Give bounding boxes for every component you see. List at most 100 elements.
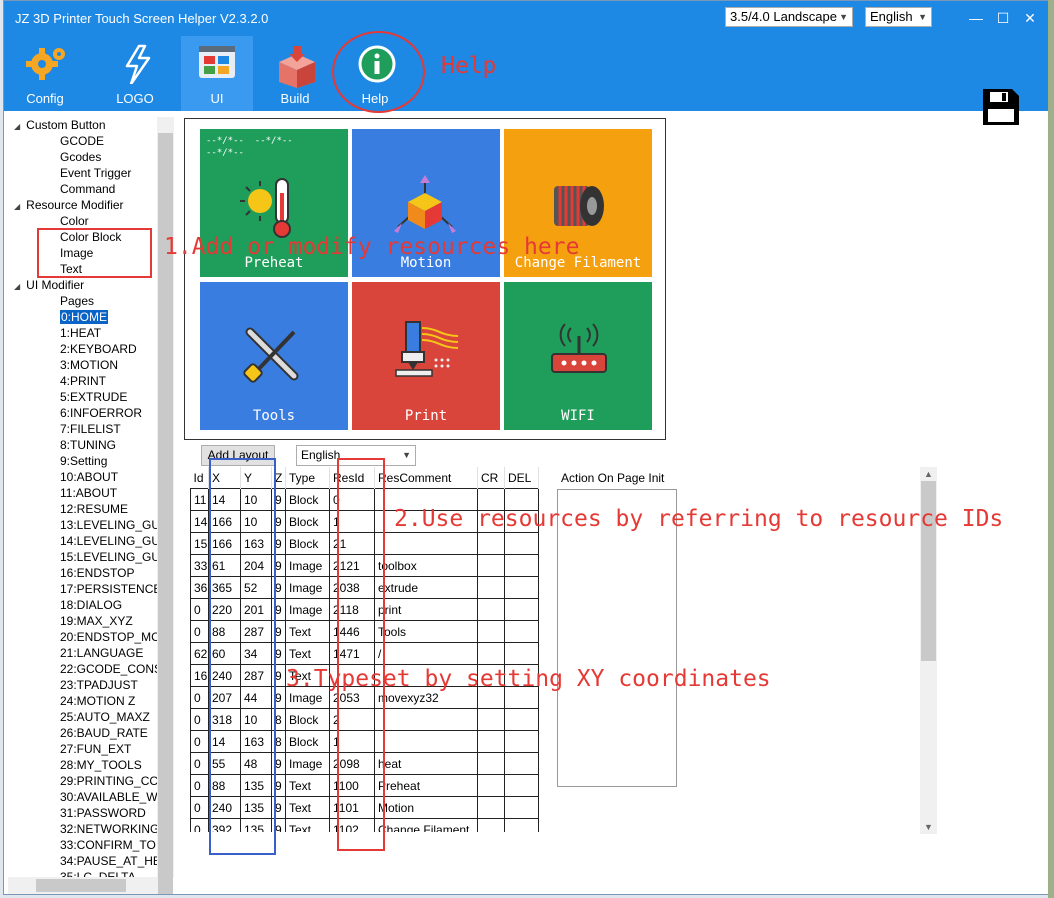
tree-item[interactable]: 2:KEYBOARD [60, 341, 137, 357]
grid-cell[interactable]: Text [285, 642, 330, 665]
grid-cell[interactable] [477, 532, 505, 555]
grid-cell[interactable]: 0 [190, 796, 209, 819]
grid-cell[interactable] [504, 708, 539, 731]
grid-cell[interactable]: Text [285, 620, 330, 643]
grid-cell[interactable] [477, 554, 505, 577]
tree-item[interactable]: 4:PRINT [60, 373, 106, 389]
grid-cell[interactable] [477, 818, 505, 832]
grid-cell[interactable] [504, 752, 539, 775]
grid-cell[interactable] [477, 642, 505, 665]
maximize-button[interactable]: ☐ [994, 9, 1012, 27]
grid-cell[interactable]: Change Filament [374, 818, 478, 832]
grid-column-header[interactable]: CR [477, 467, 505, 489]
tree-item[interactable]: GCODE [60, 133, 104, 149]
tree-item[interactable]: 7:FILELIST [60, 421, 121, 437]
grid-cell[interactable] [477, 774, 505, 797]
grid-cell[interactable] [504, 620, 539, 643]
collapse-arrow-icon[interactable]: ◢ [14, 202, 20, 211]
grid-cell[interactable]: Text [285, 818, 330, 832]
tree-vertical-scrollbar[interactable] [157, 117, 174, 894]
screen-size-select[interactable]: 3.5/4.0 Landscape ▼ [725, 7, 853, 27]
scroll-down-icon[interactable]: ▼ [920, 822, 937, 832]
grid-cell[interactable]: print [374, 598, 478, 621]
grid-cell[interactable] [504, 576, 539, 599]
grid-cell[interactable]: 33 [190, 554, 209, 577]
collapse-arrow-icon[interactable]: ◢ [14, 122, 20, 131]
grid-cell[interactable]: / [374, 642, 478, 665]
grid-column-header[interactable]: Id [190, 467, 209, 489]
grid-cell[interactable]: 0 [190, 620, 209, 643]
tree-item[interactable]: Command [60, 181, 115, 197]
tree-item[interactable]: 35:LC_DELTA [60, 869, 136, 877]
grid-cell[interactable]: Block [285, 488, 330, 511]
tree-item[interactable]: 3:MOTION [60, 357, 118, 373]
tree-item[interactable]: 11:ABOUT [60, 485, 117, 501]
tree-item[interactable]: 16:ENDSTOP [60, 565, 134, 581]
language-select[interactable]: English ▼ [865, 7, 932, 27]
tree-item[interactable]: 13:LEVELING_GU [60, 517, 159, 533]
tree-item[interactable]: Gcodes [60, 149, 101, 165]
grid-cell[interactable]: 0 [190, 818, 209, 832]
tree-group[interactable]: ◢ Custom Button [14, 117, 106, 133]
grid-cell[interactable]: Block [285, 730, 330, 753]
grid-cell[interactable] [504, 818, 539, 832]
grid-cell[interactable] [504, 730, 539, 753]
tree-item[interactable]: 23:TPADJUST [60, 677, 138, 693]
grid-cell[interactable]: 0 [190, 598, 209, 621]
tree-item[interactable]: 29:PRINTING_CC [60, 773, 158, 789]
tree-item[interactable]: 12:RESUME [60, 501, 128, 517]
grid-cell[interactable]: 62 [190, 642, 209, 665]
grid-cell[interactable]: 16 [190, 664, 209, 687]
tree-item[interactable]: 1:HEAT [60, 325, 101, 341]
tree-item[interactable]: 15:LEVELING_GU [60, 549, 159, 565]
grid-cell[interactable] [374, 708, 478, 731]
tree-horizontal-scrollbar[interactable] [8, 877, 158, 894]
grid-cell[interactable]: 14 [190, 510, 209, 533]
grid-cell[interactable]: 36 [190, 576, 209, 599]
grid-cell[interactable]: Text [285, 774, 330, 797]
tree-item[interactable]: 14:LEVELING_GU [60, 533, 159, 549]
grid-cell[interactable] [504, 774, 539, 797]
tree-item[interactable]: 8:TUNING [60, 437, 116, 453]
grid-cell[interactable] [477, 796, 505, 819]
grid-cell[interactable]: 15 [190, 532, 209, 555]
grid-cell[interactable]: Motion [374, 796, 478, 819]
tree-item[interactable]: 25:AUTO_MAXZ [60, 709, 150, 725]
grid-cell[interactable]: heat [374, 752, 478, 775]
tree-item[interactable]: 28:MY_TOOLS [60, 757, 142, 773]
tree-item[interactable]: 31:PASSWORD [60, 805, 146, 821]
tree-item[interactable]: 19:MAX_XYZ [60, 613, 133, 629]
save-button[interactable] [982, 88, 1020, 129]
toolbar-build-button[interactable]: Build [259, 36, 331, 111]
grid-cell[interactable]: Block [285, 510, 330, 533]
tree-item[interactable]: 10:ABOUT [60, 469, 118, 485]
grid-cell[interactable] [504, 554, 539, 577]
grid-cell[interactable] [504, 796, 539, 819]
tree-item[interactable]: 33:CONFIRM_TO [60, 837, 156, 853]
tree-item[interactable]: 27:FUN_EXT [60, 741, 131, 757]
tree-item[interactable]: 30:AVAILABLE_W [60, 789, 158, 805]
grid-cell[interactable]: Block [285, 708, 330, 731]
tree-item[interactable]: 22:GCODE_CONS [60, 661, 159, 677]
grid-cell[interactable]: 11 [190, 488, 209, 511]
tree-item[interactable]: 26:BAUD_RATE [60, 725, 148, 741]
close-button[interactable]: ✕ [1021, 9, 1039, 27]
grid-cell[interactable]: 0 [190, 686, 209, 709]
tree-group[interactable]: ◢ Resource Modifier [14, 197, 124, 213]
tree-item[interactable]: 0:HOME [60, 309, 109, 325]
grid-cell[interactable] [374, 730, 478, 753]
tree-item[interactable]: 9:Setting [60, 453, 107, 469]
grid-cell[interactable] [504, 642, 539, 665]
grid-cell[interactable]: Image [285, 554, 330, 577]
tree-item[interactable]: 32:NETWORKING [60, 821, 159, 837]
grid-cell[interactable]: Text [285, 796, 330, 819]
tree-item[interactable]: 17:PERSISTENCE [60, 581, 159, 597]
grid-cell[interactable] [374, 532, 478, 555]
grid-cell[interactable]: 0 [190, 708, 209, 731]
grid-cell[interactable] [477, 598, 505, 621]
grid-cell[interactable] [477, 730, 505, 753]
tree-item[interactable]: Color [60, 213, 89, 229]
grid-cell[interactable]: Image [285, 752, 330, 775]
tree-item[interactable]: 34:PAUSE_AT_HE [60, 853, 159, 869]
toolbar-config-button[interactable]: Config [9, 36, 81, 111]
